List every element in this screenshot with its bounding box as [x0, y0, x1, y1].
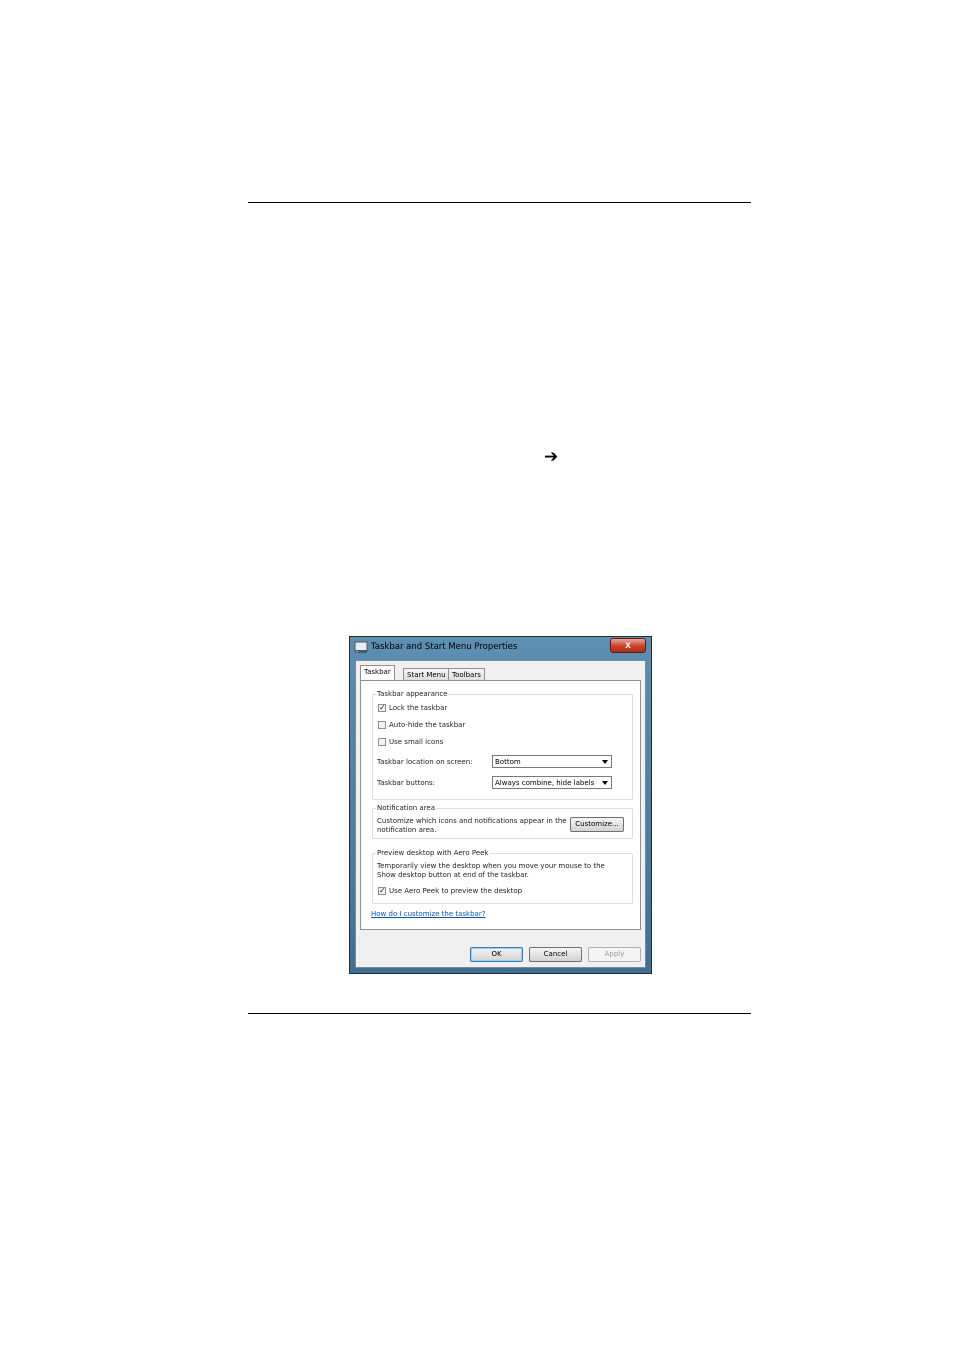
tab-label: Start Menu [407, 671, 446, 679]
auto-hide-label: Auto-hide the taskbar [389, 721, 466, 729]
dialog-client-area: Taskbar Start Menu Toolbars Taskbar appe… [355, 660, 646, 968]
bottom-rule [248, 1013, 751, 1014]
taskbar-location-label: Taskbar location on screen: [377, 758, 473, 766]
aero-peek-group: Preview desktop with Aero Peek Temporari… [372, 848, 633, 904]
taskbar-buttons-label: Taskbar buttons: [377, 779, 436, 787]
ok-button[interactable]: OK [470, 947, 523, 962]
use-aero-peek-label: Use Aero Peek to preview the desktop [389, 887, 523, 895]
group-title: Preview desktop with Aero Peek [376, 848, 490, 858]
group-title: Taskbar appearance [376, 689, 449, 699]
notification-description-line-1: Customize which icons and notifications … [377, 817, 567, 825]
top-rule [248, 202, 751, 203]
notification-area-group: Notification area Customize which icons … [372, 803, 633, 839]
auto-hide-checkbox[interactable] [378, 721, 386, 729]
help-link[interactable]: How do I customize the taskbar? [371, 910, 485, 919]
group-title: Notification area [376, 803, 436, 813]
apply-button[interactable]: Apply [588, 947, 641, 962]
notification-description-line-2: notification area. [377, 826, 437, 834]
taskbar-appearance-group: Taskbar appearance ✓ Lock the taskbar Au… [372, 689, 633, 800]
chevron-down-icon [602, 781, 608, 785]
window-title: Taskbar and Start Menu Properties [371, 642, 518, 652]
customize-button[interactable]: Customize... [570, 817, 624, 832]
small-icons-label: Use small icons [389, 738, 444, 746]
lock-taskbar-label: Lock the taskbar [389, 704, 448, 712]
title-bar[interactable]: Taskbar and Start Menu Properties x [350, 637, 651, 659]
taskbar-tab-panel: Taskbar appearance ✓ Lock the taskbar Au… [360, 680, 641, 930]
selected-value: Always combine, hide labels [495, 779, 595, 787]
taskbar-buttons-select[interactable]: Always combine, hide labels [492, 776, 612, 789]
tab-label: Toolbars [452, 671, 481, 679]
chevron-down-icon [602, 760, 608, 764]
taskbar-location-select[interactable]: Bottom [492, 755, 612, 768]
cancel-button[interactable]: Cancel [529, 947, 582, 962]
aero-peek-description-line-2: Show desktop button at end of the taskba… [377, 871, 529, 879]
close-button[interactable]: x [610, 638, 646, 653]
arrow-icon: ➔ [544, 447, 559, 467]
aero-peek-description-line-1: Temporarily view the desktop when you mo… [377, 862, 605, 870]
lock-taskbar-checkbox[interactable]: ✓ [378, 704, 386, 712]
taskbar-properties-dialog: Taskbar and Start Menu Properties x Task… [349, 636, 652, 974]
tab-taskbar[interactable]: Taskbar [360, 665, 395, 681]
use-aero-peek-checkbox[interactable]: ✓ [378, 887, 386, 895]
taskbar-app-icon [354, 641, 368, 653]
small-icons-checkbox[interactable] [378, 738, 386, 746]
selected-value: Bottom [495, 758, 521, 766]
tab-label: Taskbar [364, 668, 391, 676]
